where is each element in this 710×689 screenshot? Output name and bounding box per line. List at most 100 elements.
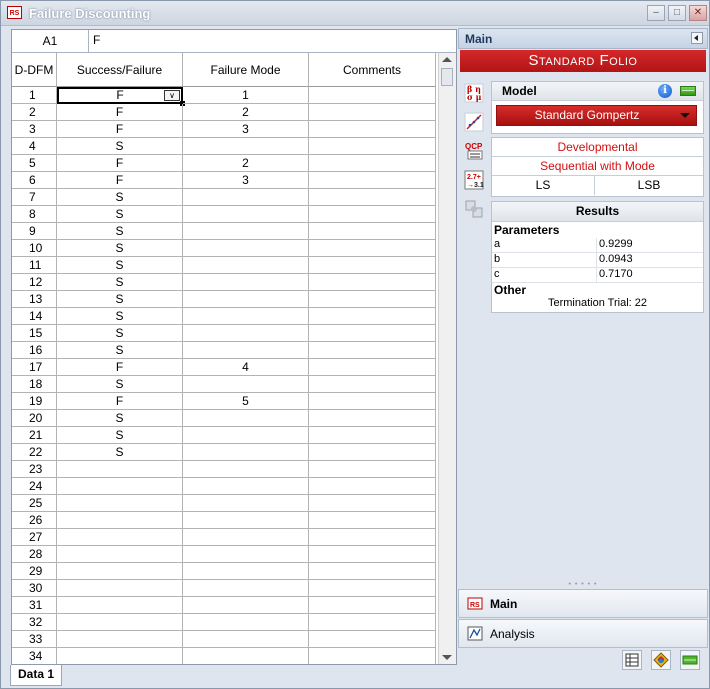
failure-mode-cell[interactable]: 3: [183, 121, 309, 138]
success-failure-cell[interactable]: F: [57, 104, 183, 121]
failure-mode-cell[interactable]: [183, 206, 309, 223]
success-failure-cell[interactable]: S: [57, 342, 183, 359]
option-developmental[interactable]: Developmental: [492, 138, 703, 157]
comments-cell[interactable]: [309, 104, 436, 121]
success-failure-cell[interactable]: F: [57, 393, 183, 410]
failure-mode-cell[interactable]: 2: [183, 104, 309, 121]
failure-mode-cell[interactable]: [183, 291, 309, 308]
status-green-icon[interactable]: [680, 86, 696, 96]
failure-mode-cell[interactable]: [183, 223, 309, 240]
success-failure-cell[interactable]: [57, 648, 183, 664]
success-failure-cell[interactable]: [57, 631, 183, 648]
failure-mode-cell[interactable]: 1: [183, 87, 309, 104]
failure-mode-cell[interactable]: [183, 648, 309, 664]
comments-cell[interactable]: [309, 410, 436, 427]
success-failure-cell[interactable]: [57, 546, 183, 563]
transfer-icon[interactable]: [464, 199, 484, 219]
failure-mode-cell[interactable]: 5: [183, 393, 309, 410]
success-failure-cell[interactable]: S: [57, 444, 183, 461]
sheet-view-icon[interactable]: [622, 650, 642, 670]
failure-mode-cell[interactable]: 2: [183, 155, 309, 172]
scroll-up-icon[interactable]: [442, 57, 452, 62]
option-sequential-with-mode[interactable]: Sequential with Mode: [492, 157, 703, 176]
nav-main-button[interactable]: RS Main: [458, 589, 708, 618]
cell-dropdown-icon[interactable]: ∨: [164, 90, 180, 101]
success-failure-cell[interactable]: [57, 597, 183, 614]
comments-cell[interactable]: [309, 121, 436, 138]
success-failure-cell[interactable]: S: [57, 308, 183, 325]
collapse-panel-icon[interactable]: [691, 32, 703, 44]
failure-mode-cell[interactable]: [183, 546, 309, 563]
comments-cell[interactable]: [309, 563, 436, 580]
comments-cell[interactable]: [309, 529, 436, 546]
success-failure-cell[interactable]: [57, 495, 183, 512]
scroll-thumb[interactable]: [441, 68, 453, 86]
failure-mode-cell[interactable]: [183, 427, 309, 444]
panel-splitter[interactable]: • • • • •: [458, 581, 708, 588]
failure-mode-cell[interactable]: [183, 274, 309, 291]
failure-mode-cell[interactable]: [183, 257, 309, 274]
success-failure-cell[interactable]: F: [57, 359, 183, 376]
column-header-d-dfm[interactable]: D-DFM: [12, 53, 57, 87]
comments-cell[interactable]: [309, 376, 436, 393]
plot-icon[interactable]: [464, 112, 484, 132]
failure-mode-cell[interactable]: [183, 580, 309, 597]
failure-mode-cell[interactable]: [183, 563, 309, 580]
success-failure-cell[interactable]: S: [57, 189, 183, 206]
comments-cell[interactable]: [309, 325, 436, 342]
failure-mode-cell[interactable]: 4: [183, 359, 309, 376]
failure-mode-cell[interactable]: [183, 138, 309, 155]
minimize-button[interactable]: –: [647, 5, 665, 21]
comments-cell[interactable]: [309, 257, 436, 274]
failure-mode-cell[interactable]: [183, 478, 309, 495]
success-failure-cell[interactable]: S: [57, 223, 183, 240]
vertical-scrollbar[interactable]: [438, 53, 456, 664]
failure-mode-cell[interactable]: [183, 597, 309, 614]
success-failure-cell[interactable]: [57, 580, 183, 597]
success-failure-cell[interactable]: F: [57, 172, 183, 189]
beta-eta-sigma-mu-icon[interactable]: β ησ μ: [464, 83, 484, 103]
comments-cell[interactable]: [309, 155, 436, 172]
comments-cell[interactable]: [309, 546, 436, 563]
comments-cell[interactable]: [309, 138, 436, 155]
failure-mode-cell[interactable]: [183, 189, 309, 206]
success-failure-cell[interactable]: S: [57, 138, 183, 155]
comments-cell[interactable]: [309, 580, 436, 597]
failure-mode-cell[interactable]: [183, 342, 309, 359]
comments-cell[interactable]: [309, 597, 436, 614]
success-failure-cell[interactable]: F: [57, 155, 183, 172]
failure-mode-cell[interactable]: 3: [183, 172, 309, 189]
failure-mode-cell[interactable]: [183, 614, 309, 631]
comments-cell[interactable]: [309, 223, 436, 240]
success-failure-cell[interactable]: S: [57, 427, 183, 444]
cell-reference-box[interactable]: A1: [12, 30, 89, 52]
comments-cell[interactable]: [309, 291, 436, 308]
sheet-tab-data-1[interactable]: Data 1: [10, 665, 62, 686]
success-failure-cell[interactable]: [57, 478, 183, 495]
failure-mode-cell[interactable]: [183, 240, 309, 257]
qcp-icon[interactable]: QCP: [464, 141, 484, 161]
comments-cell[interactable]: [309, 444, 436, 461]
failure-mode-cell[interactable]: [183, 631, 309, 648]
comments-cell[interactable]: [309, 87, 436, 104]
failure-mode-cell[interactable]: [183, 410, 309, 427]
comments-cell[interactable]: [309, 189, 436, 206]
option-lsb[interactable]: LSB: [595, 176, 703, 195]
column-header-comments[interactable]: Comments: [309, 53, 436, 87]
comments-cell[interactable]: [309, 206, 436, 223]
success-failure-cell[interactable]: S: [57, 257, 183, 274]
comments-cell[interactable]: [309, 240, 436, 257]
success-failure-cell[interactable]: S: [57, 274, 183, 291]
comments-cell[interactable]: [309, 427, 436, 444]
wizard-icon[interactable]: [651, 650, 671, 670]
column-header-failure-mode[interactable]: Failure Mode: [183, 53, 309, 87]
failure-mode-cell[interactable]: [183, 529, 309, 546]
scroll-down-icon[interactable]: [442, 655, 452, 660]
comments-cell[interactable]: [309, 172, 436, 189]
failure-mode-cell[interactable]: [183, 495, 309, 512]
failure-mode-cell[interactable]: [183, 512, 309, 529]
option-ls[interactable]: LS: [492, 176, 595, 195]
comments-cell[interactable]: [309, 648, 436, 664]
success-failure-cell[interactable]: S: [57, 325, 183, 342]
comments-cell[interactable]: [309, 308, 436, 325]
